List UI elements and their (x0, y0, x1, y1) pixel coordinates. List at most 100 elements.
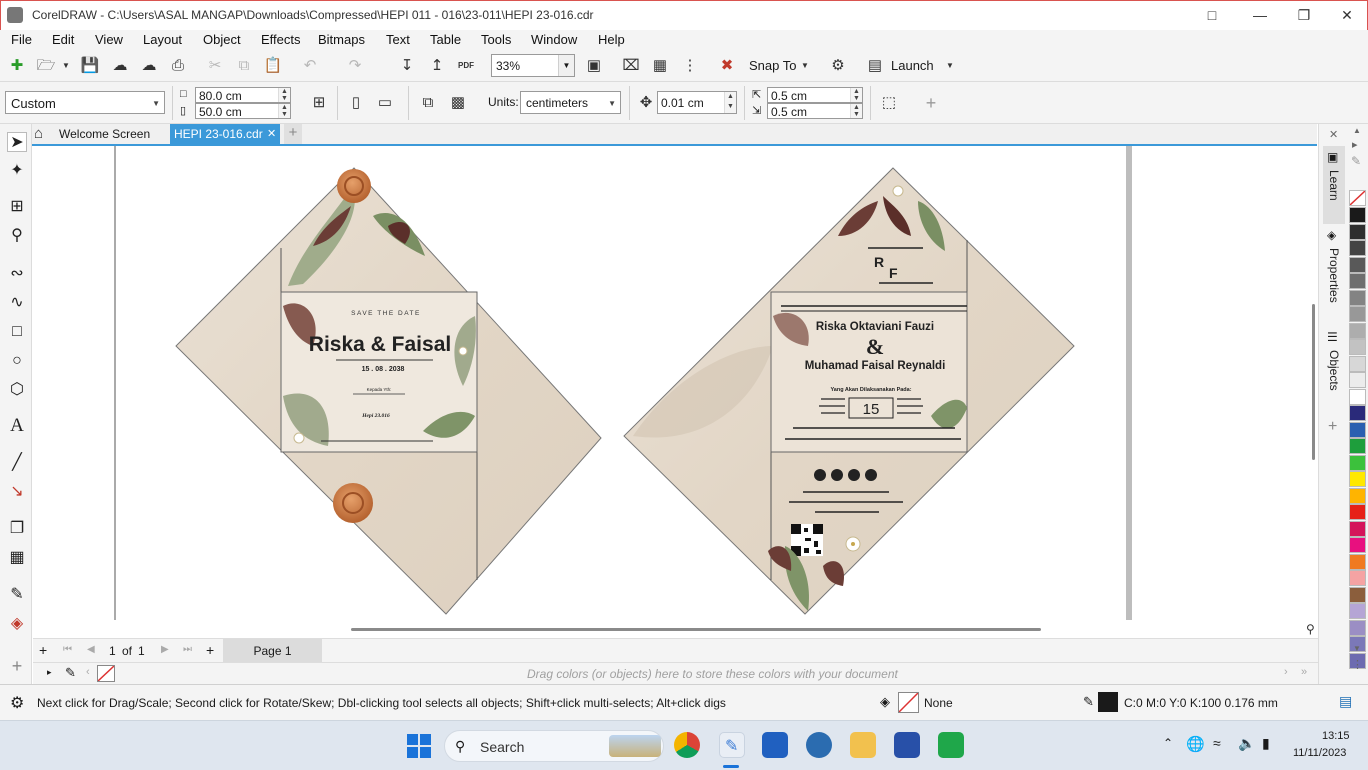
duplicate-x-input[interactable]: 0.5 cm ▲ ▼ (767, 87, 863, 103)
page-height-spinner[interactable]: ▲ ▼ (278, 104, 290, 118)
color-swatch[interactable] (1349, 520, 1366, 537)
color-swatch[interactable] (1349, 537, 1366, 553)
color-swatch[interactable] (1349, 339, 1366, 355)
clock-time[interactable]: 13:15 (1322, 730, 1350, 742)
chevron-down-icon[interactable]: ▼ (558, 55, 574, 76)
menu-table[interactable]: Table (430, 32, 461, 47)
show-grid-icon[interactable]: ▦ (650, 56, 670, 76)
fill-color-swatch[interactable] (898, 692, 919, 713)
all-pages-icon[interactable]: ⧉ (418, 93, 438, 113)
landscape-icon[interactable]: ▭ (375, 93, 395, 113)
file-explorer-icon[interactable] (850, 732, 876, 758)
connector-tool-icon[interactable]: ↘ (7, 482, 27, 502)
microsoft-store-icon[interactable] (762, 732, 788, 758)
previous-page-icon[interactable]: ◀ (87, 644, 95, 655)
options-gear-icon[interactable]: ⚙ (828, 56, 848, 76)
page-tab-1[interactable]: Page 1 (223, 639, 322, 662)
tab-properties[interactable]: ◈ Properties (1323, 228, 1345, 308)
color-swatch[interactable] (1349, 471, 1366, 487)
color-swatch[interactable] (1349, 388, 1366, 405)
drop-shadow-tool-icon[interactable]: ❐ (7, 519, 27, 539)
battery-icon[interactable]: ▮ (1262, 735, 1270, 752)
color-swatch[interactable] (1349, 586, 1366, 603)
horizontal-scrollbar[interactable] (33, 620, 1318, 638)
launch-chevron-down-icon[interactable]: ▼ (940, 56, 960, 76)
paste-icon[interactable]: 📋 (263, 56, 283, 76)
menu-object[interactable]: Object (203, 32, 241, 47)
vertical-scroll-thumb[interactable] (1312, 304, 1315, 460)
color-swatch[interactable] (1349, 372, 1366, 388)
snap-to-menu[interactable]: Snap To (749, 58, 796, 73)
page-height-input[interactable]: 50.0 cm ▲ ▼ (195, 103, 291, 119)
print-icon[interactable]: ⎙ (168, 56, 188, 76)
rectangle-tool-icon[interactable]: □ (7, 322, 27, 342)
color-swatch[interactable] (1349, 504, 1366, 520)
color-swatch[interactable] (1349, 454, 1366, 471)
menu-layout[interactable]: Layout (143, 32, 182, 47)
duplicate-y-input[interactable]: 0.5 cm ▲ ▼ (767, 103, 863, 119)
copy-icon[interactable]: ⧉ (234, 56, 254, 76)
import-icon[interactable]: ↧ (397, 56, 417, 76)
right-envelope[interactable]: R F Riska Oktaviani Fauzi & Muhamad Fais… (623, 167, 1075, 615)
redo-icon[interactable]: ↷ (345, 56, 365, 76)
taskbar-search-box[interactable]: ⚲ Search (444, 730, 664, 762)
add-page-before-icon[interactable]: + (39, 642, 47, 658)
add-docker-icon[interactable]: + (1328, 418, 1337, 436)
volume-icon[interactable]: 🔈 (1238, 735, 1255, 752)
menu-effects[interactable]: Effects (261, 32, 301, 47)
start-windows-icon[interactable] (407, 734, 431, 758)
outline-color-swatch[interactable] (1098, 692, 1118, 712)
color-proofing-icon[interactable]: ▤ (1339, 693, 1352, 710)
color-swatch[interactable] (1349, 570, 1366, 586)
restore-window-icon[interactable]: □ (1197, 5, 1227, 25)
close-tab-icon[interactable]: ✕ (267, 127, 276, 140)
palette-flyout-icon[interactable]: ▸ (1352, 138, 1358, 151)
left-envelope[interactable]: SAVE THE DATE Riska & Faisal 15 . 08 . 2… (175, 167, 602, 615)
full-screen-preview-icon[interactable]: ▣ (584, 56, 604, 76)
add-toolbar-item-icon[interactable]: + (921, 93, 941, 113)
color-swatch[interactable] (1349, 289, 1366, 306)
text-tool-icon[interactable]: A (7, 416, 27, 436)
home-icon[interactable]: ⌂ (34, 125, 43, 142)
palette-expand-icon[interactable]: ⋮ (1352, 658, 1363, 671)
color-swatch[interactable] (1349, 240, 1366, 256)
show-guidelines-icon[interactable]: ⋮ (680, 56, 700, 76)
menu-text[interactable]: Text (386, 32, 410, 47)
page-setup-icon[interactable]: ⊞ (309, 93, 329, 113)
crop-tool-icon[interactable]: ⊞ (7, 197, 27, 217)
add-page-after-icon[interactable]: + (206, 642, 214, 658)
launch-menu[interactable]: Launch (891, 58, 934, 73)
parallel-dimension-tool-icon[interactable]: ╱ (7, 453, 27, 473)
eyedropper-tool-icon[interactable]: ✎ (7, 585, 27, 605)
color-swatch[interactable] (1349, 273, 1366, 289)
color-swatch[interactable] (1349, 405, 1366, 421)
last-page-icon[interactable]: ⏭ (183, 644, 192, 655)
artistic-media-tool-icon[interactable]: ∿ (7, 293, 27, 313)
tab-learn[interactable]: ▣ Learn (1323, 146, 1345, 224)
palette-eyedropper-icon[interactable]: ✎ (1351, 154, 1361, 168)
menu-tools[interactable]: Tools (481, 32, 511, 47)
app-launcher-icon[interactable] (894, 732, 920, 758)
duplicate-y-spinner[interactable]: ▲ ▼ (850, 104, 862, 118)
show-hidden-icons-chevron-icon[interactable]: ⌃ (1163, 736, 1173, 750)
zoom-level-combo[interactable]: 33% ▼ (491, 54, 575, 77)
zoom-to-fit-icon[interactable]: ⚲ (1306, 622, 1315, 636)
drawing-canvas[interactable]: SAVE THE DATE Riska & Faisal 15 . 08 . 2… (33, 146, 1305, 620)
color-swatch[interactable] (1349, 553, 1366, 570)
cloud-upload-icon[interactable]: ☁ (139, 56, 159, 76)
zoom-tool-icon[interactable]: ⚲ (7, 226, 27, 246)
show-rulers-icon[interactable]: ⌧ (621, 56, 641, 76)
page-border-icon[interactable]: ⬚ (879, 93, 899, 113)
new-tab-icon[interactable]: + (284, 124, 302, 144)
tab-document[interactable]: HEPI 23-016.cdr ✕ (170, 124, 280, 144)
color-swatch[interactable] (1349, 322, 1366, 339)
polygon-tool-icon[interactable]: ⬡ (7, 380, 27, 400)
doc-palette-end-icon[interactable]: » (1301, 666, 1307, 678)
wifi-icon[interactable]: ≈ (1213, 735, 1221, 751)
doc-palette-flyout-icon[interactable]: ▸ (47, 667, 52, 678)
open-recent-dropdown-icon[interactable]: ▼ (56, 56, 76, 76)
palette-scroll-up-icon[interactable]: ▲ (1353, 126, 1361, 135)
coreldraw-taskbar-icon[interactable]: ✎ (719, 732, 745, 758)
first-page-icon[interactable]: ⏮ (63, 644, 72, 655)
color-swatch[interactable] (1349, 603, 1366, 619)
